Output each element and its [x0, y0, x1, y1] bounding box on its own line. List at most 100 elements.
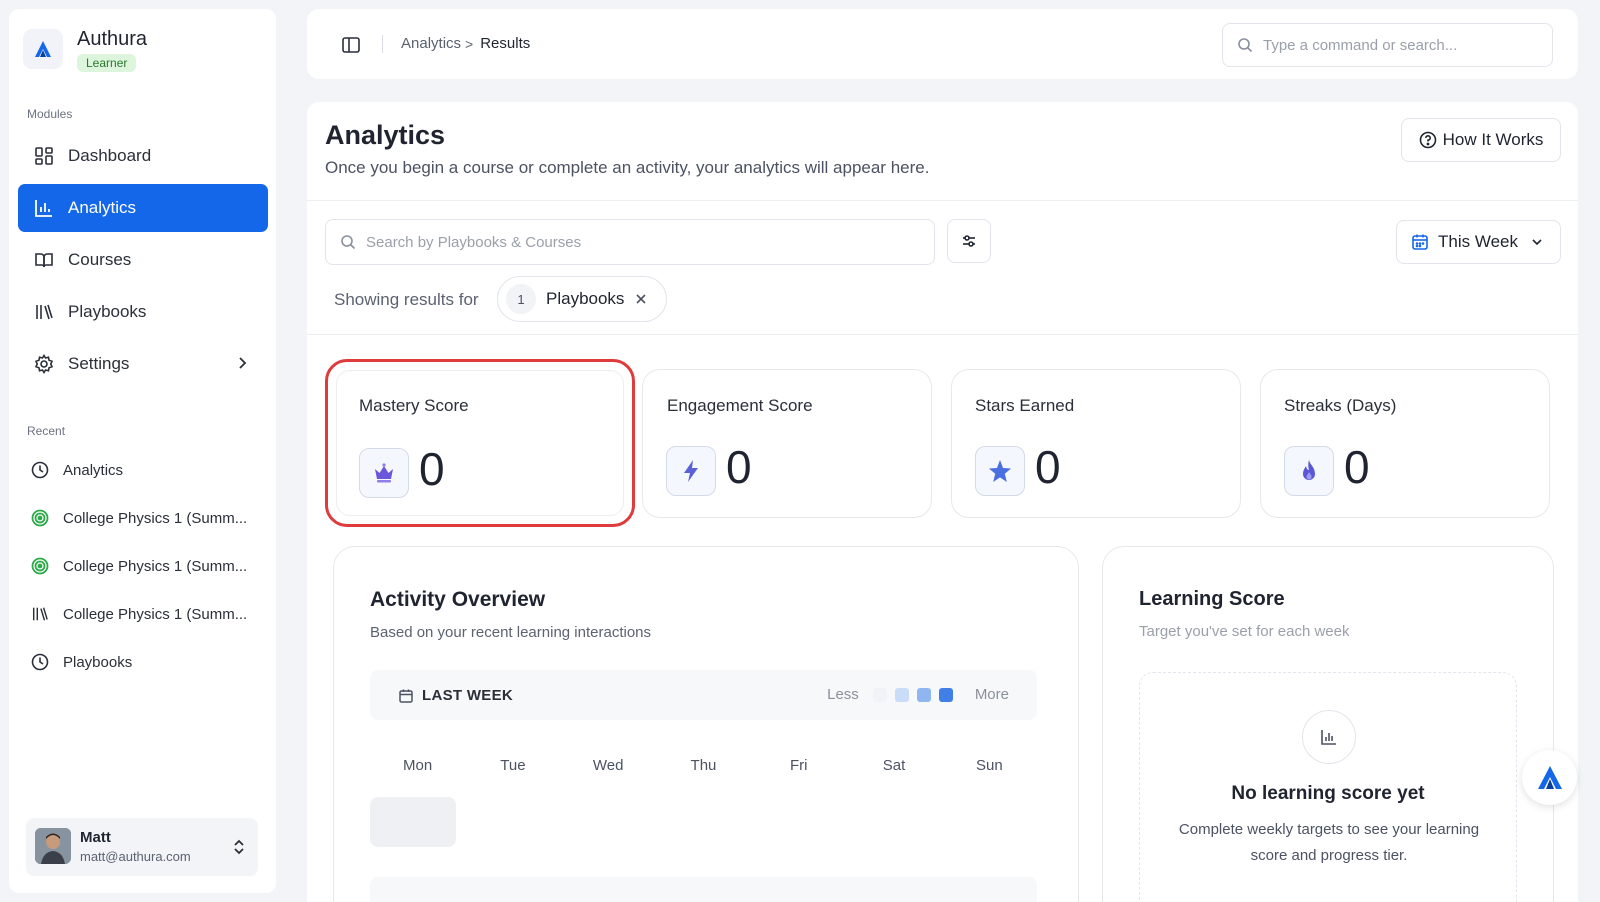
- library-icon: [31, 605, 49, 623]
- user-email: matt@authura.com: [80, 849, 191, 864]
- page-title: Analytics: [325, 120, 446, 150]
- stat-title: Stars Earned: [975, 396, 1075, 415]
- search-icon: [1237, 37, 1253, 53]
- crown-icon: [359, 448, 409, 498]
- command-search[interactable]: [1222, 23, 1553, 67]
- recent-item-course-2[interactable]: College Physics 1 (Summ...: [31, 557, 247, 575]
- page-subtitle: Once you begin a course or complete an a…: [325, 158, 930, 177]
- recent-item-analytics[interactable]: Analytics: [31, 461, 123, 479]
- activity-subtitle: Based on your recent learning interactio…: [370, 624, 652, 641]
- recent-item-label: Analytics: [63, 461, 124, 479]
- day-label: Sat: [882, 757, 906, 774]
- role-badge: Learner: [77, 54, 137, 72]
- breadcrumb-analytics[interactable]: Analytics: [401, 35, 461, 52]
- learning-score-card: Learning Score Target you've set for eac…: [1102, 546, 1554, 902]
- how-it-works-label: How It Works: [1442, 130, 1544, 149]
- target-icon: [31, 509, 49, 527]
- stat-value: 0: [726, 441, 752, 493]
- activity-row-placeholder: [370, 877, 1037, 902]
- divider: [307, 200, 1578, 201]
- recent-item-course-1[interactable]: College Physics 1 (Summ...: [31, 509, 247, 527]
- target-icon: [31, 557, 49, 575]
- filter-label: Playbooks: [546, 289, 625, 308]
- brand: Authura Learner: [23, 29, 147, 72]
- sidebar-item-playbooks[interactable]: Playbooks: [18, 288, 268, 336]
- help-circle-icon: [1419, 131, 1437, 149]
- legend-swatch: [938, 687, 953, 702]
- authura-logo-icon: [1535, 763, 1565, 793]
- divider: [382, 35, 383, 53]
- day-label: Tue: [500, 757, 526, 774]
- recent-item-label: College Physics 1 (Summ...: [63, 509, 248, 527]
- search-input[interactable]: [366, 233, 626, 251]
- clock-icon: [31, 461, 49, 479]
- bar-chart-icon: [34, 198, 54, 218]
- user-name: Matt: [80, 829, 111, 846]
- active-filter-chip: 1 Playbooks: [497, 276, 667, 322]
- weekday-labels: Mon Tue Wed Thu Fri Sat Sun: [370, 757, 1037, 774]
- learning-score-empty-state: No learning score yet Complete weekly ta…: [1139, 672, 1517, 902]
- learning-score-title: Learning Score: [1139, 588, 1285, 610]
- sidebar-item-label: Dashboard: [68, 146, 152, 165]
- chevrons-up-down-icon[interactable]: [232, 838, 246, 861]
- showing-results-label: Showing results for: [334, 290, 479, 309]
- top-bar: Analytics > Results: [307, 9, 1578, 79]
- sidebar-item-courses[interactable]: Courses: [18, 236, 268, 284]
- stat-card-streaks[interactable]: Streaks (Days) 0: [1260, 369, 1550, 518]
- breadcrumb-results: Results: [480, 35, 531, 52]
- command-search-input[interactable]: [1263, 36, 1523, 54]
- how-it-works-button[interactable]: How It Works: [1401, 118, 1561, 162]
- playbook-course-search[interactable]: [325, 219, 935, 265]
- empty-state-title: No learning score yet: [1231, 783, 1425, 804]
- week-label: LAST WEEK: [398, 687, 513, 704]
- stat-card-mastery[interactable]: Mastery Score 0: [325, 359, 635, 527]
- sidebar-item-analytics[interactable]: Analytics: [18, 184, 268, 232]
- day-label: Wed: [592, 757, 624, 774]
- stat-value: 0: [1035, 441, 1061, 493]
- stat-value: 0: [419, 443, 445, 495]
- avatar: [35, 828, 71, 864]
- flame-icon: [1284, 446, 1334, 496]
- sidebar-item-label: Analytics: [68, 198, 137, 217]
- recent-item-playbooks[interactable]: Playbooks: [31, 653, 132, 671]
- filter-button[interactable]: [947, 219, 991, 263]
- clock-icon: [31, 653, 49, 671]
- recent-item-label: College Physics 1 (Summ...: [63, 557, 248, 575]
- stat-value: 0: [1344, 441, 1370, 493]
- stat-card-stars[interactable]: Stars Earned 0: [951, 369, 1241, 518]
- breadcrumb: Analytics > Results: [401, 35, 530, 52]
- stat-title: Streaks (Days): [1284, 396, 1397, 415]
- day-label: Thu: [690, 757, 717, 774]
- legend-less: Less: [827, 686, 859, 703]
- user-menu[interactable]: Matt matt@authura.com: [26, 818, 258, 876]
- filter-count: 1: [506, 284, 536, 314]
- empty-state-text: Complete weekly targets to see your lear…: [1178, 821, 1480, 864]
- authura-logo-icon[interactable]: [23, 29, 63, 69]
- sidebar-toggle-icon[interactable]: [341, 35, 361, 60]
- stat-card-inner: Mastery Score 0: [336, 370, 624, 516]
- stat-title: Mastery Score: [359, 396, 469, 415]
- divider: [307, 334, 1578, 335]
- chevron-right-icon: [234, 355, 250, 376]
- stat-title: Engagement Score: [667, 396, 813, 415]
- book-open-icon: [34, 250, 54, 270]
- recent-item-playbook-1[interactable]: College Physics 1 (Summ...: [31, 605, 247, 623]
- sidebar-item-label: Settings: [68, 354, 130, 373]
- activity-overview-card: Activity Overview Based on your recent l…: [333, 546, 1079, 902]
- assistant-fab-button[interactable]: [1522, 750, 1577, 805]
- stat-card-engagement[interactable]: Engagement Score 0: [642, 369, 932, 518]
- close-icon[interactable]: [634, 292, 648, 306]
- sidebar-item-settings[interactable]: Settings: [18, 340, 268, 388]
- star-icon: [975, 446, 1025, 496]
- sidebar-item-dashboard[interactable]: Dashboard: [18, 132, 268, 180]
- calendar-icon: [1411, 233, 1429, 251]
- date-range-select[interactable]: This Week: [1396, 220, 1561, 264]
- bar-chart-icon: [1302, 710, 1356, 764]
- activity-legend: Less More: [827, 686, 1009, 703]
- day-label: Mon: [403, 757, 433, 774]
- app-name: Authura: [77, 28, 148, 50]
- modules-section-label: Modules: [27, 107, 73, 121]
- legend-swatch: [916, 687, 931, 702]
- date-range-value: This Week: [1438, 232, 1518, 251]
- breadcrumb-separator: >: [465, 35, 474, 52]
